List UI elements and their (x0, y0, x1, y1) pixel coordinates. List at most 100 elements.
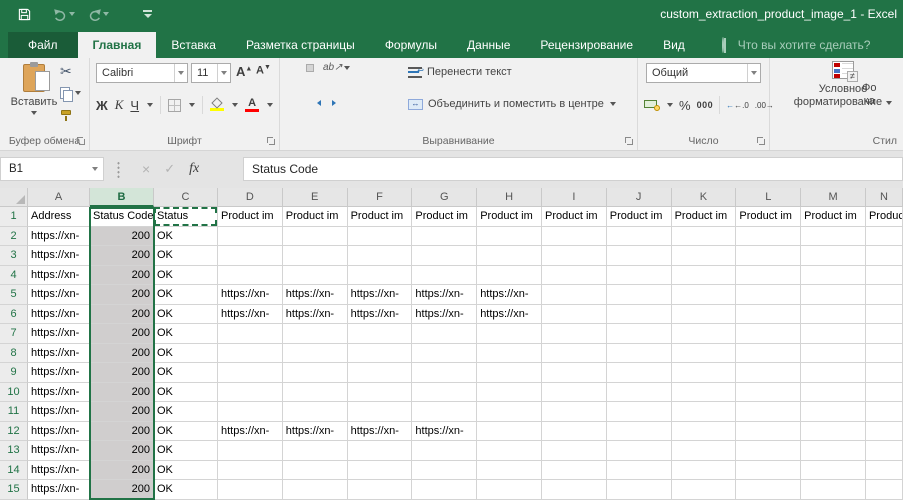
cell-H6[interactable]: https://xn- (477, 305, 542, 325)
cell-I3[interactable] (542, 246, 607, 266)
cell-H9[interactable] (477, 363, 542, 383)
cell-D3[interactable] (218, 246, 283, 266)
cell-K8[interactable] (672, 344, 737, 364)
cell-K14[interactable] (672, 461, 737, 481)
row-number-7[interactable]: 7 (0, 324, 28, 344)
undo-dropdown-icon[interactable] (69, 12, 75, 16)
cell-N12[interactable] (866, 422, 903, 442)
cell-C4[interactable]: OK (154, 266, 218, 286)
cell-E14[interactable] (283, 461, 348, 481)
cell-A1[interactable]: Address (28, 207, 90, 227)
cell-E5[interactable]: https://xn- (283, 285, 348, 305)
cell-H11[interactable] (477, 402, 542, 422)
cell-B1[interactable]: Status Code (90, 207, 154, 227)
cell-L1[interactable]: Product im (736, 207, 801, 227)
cell-A2[interactable]: https://xn- (28, 227, 90, 247)
cell-F1[interactable]: Product im (348, 207, 413, 227)
cell-L13[interactable] (736, 441, 801, 461)
cell-B13[interactable]: 200 (90, 441, 154, 461)
cell-L14[interactable] (736, 461, 801, 481)
cell-F2[interactable] (348, 227, 413, 247)
cell-C8[interactable]: OK (154, 344, 218, 364)
cell-L9[interactable] (736, 363, 801, 383)
cell-G2[interactable] (412, 227, 477, 247)
increase-decimal-button[interactable]: ←←.0 (726, 101, 749, 110)
cell-H7[interactable] (477, 324, 542, 344)
decrease-font-size-button[interactable]: А▼ (256, 64, 271, 77)
cell-A14[interactable]: https://xn- (28, 461, 90, 481)
cell-N11[interactable] (866, 402, 903, 422)
column-header-B[interactable]: B (90, 188, 154, 207)
increase-font-size-button[interactable]: А▲ (236, 64, 252, 79)
font-name-dropdown-icon[interactable] (174, 64, 187, 82)
cell-B6[interactable]: 200 (90, 305, 154, 325)
redo-button[interactable] (83, 3, 113, 25)
font-dialog-launcher-icon[interactable] (267, 137, 276, 146)
cell-K3[interactable] (672, 246, 737, 266)
cell-N5[interactable] (866, 285, 903, 305)
cell-I12[interactable] (542, 422, 607, 442)
cell-M6[interactable] (801, 305, 866, 325)
cell-D15[interactable] (218, 480, 283, 500)
save-button[interactable] (14, 3, 35, 25)
column-header-L[interactable]: L (736, 188, 801, 207)
borders-icon[interactable] (168, 99, 181, 112)
cell-B2[interactable]: 200 (90, 227, 154, 247)
row-number-14[interactable]: 14 (0, 461, 28, 481)
column-header-K[interactable]: K (672, 188, 737, 207)
cell-B5[interactable]: 200 (90, 285, 154, 305)
cell-B10[interactable]: 200 (90, 383, 154, 403)
tab-2[interactable]: Вставка (156, 32, 231, 58)
cell-L6[interactable] (736, 305, 801, 325)
cell-N10[interactable] (866, 383, 903, 403)
underline-button[interactable]: Ч (130, 98, 139, 113)
cell-J8[interactable] (607, 344, 672, 364)
cell-C10[interactable]: OK (154, 383, 218, 403)
cell-N6[interactable] (866, 305, 903, 325)
orientation-button[interactable]: ab↗ (323, 62, 350, 73)
cell-I13[interactable] (542, 441, 607, 461)
cell-E12[interactable]: https://xn- (283, 422, 348, 442)
cell-C13[interactable]: OK (154, 441, 218, 461)
cell-E8[interactable] (283, 344, 348, 364)
font-name-combo[interactable]: Calibri (96, 63, 188, 83)
cell-H13[interactable] (477, 441, 542, 461)
cell-J4[interactable] (607, 266, 672, 286)
accounting-dropdown-icon[interactable] (667, 103, 673, 107)
row-number-13[interactable]: 13 (0, 441, 28, 461)
cell-H8[interactable] (477, 344, 542, 364)
cell-G11[interactable] (412, 402, 477, 422)
row-number-11[interactable]: 11 (0, 402, 28, 422)
paste-dropdown-icon[interactable] (31, 111, 37, 115)
cell-M2[interactable] (801, 227, 866, 247)
cell-C12[interactable]: OK (154, 422, 218, 442)
column-header-F[interactable]: F (348, 188, 413, 207)
cell-G6[interactable]: https://xn- (412, 305, 477, 325)
cell-G4[interactable] (412, 266, 477, 286)
cell-F6[interactable]: https://xn- (348, 305, 413, 325)
cell-M7[interactable] (801, 324, 866, 344)
italic-button[interactable]: К (115, 97, 124, 113)
column-header-J[interactable]: J (607, 188, 672, 207)
cell-D2[interactable] (218, 227, 283, 247)
align-top-button[interactable] (284, 64, 292, 72)
cell-D1[interactable]: Product im (218, 207, 283, 227)
cell-L15[interactable] (736, 480, 801, 500)
tab-7[interactable]: Вид (648, 32, 700, 58)
cell-L4[interactable] (736, 266, 801, 286)
cell-L12[interactable] (736, 422, 801, 442)
percent-style-button[interactable]: % (679, 98, 691, 113)
cell-A13[interactable]: https://xn- (28, 441, 90, 461)
cell-C3[interactable]: OK (154, 246, 218, 266)
decrease-indent-button[interactable] (317, 96, 325, 104)
cell-N9[interactable] (866, 363, 903, 383)
cell-J3[interactable] (607, 246, 672, 266)
font-color-dropdown-icon[interactable] (267, 103, 273, 107)
row-number-8[interactable]: 8 (0, 344, 28, 364)
conditional-formatting-dropdown-icon[interactable] (886, 101, 892, 105)
tell-me-search[interactable]: Что вы хотите сделать? (722, 32, 871, 58)
column-header-M[interactable]: M (801, 188, 866, 207)
cell-C9[interactable]: OK (154, 363, 218, 383)
cell-N13[interactable] (866, 441, 903, 461)
cell-N14[interactable] (866, 461, 903, 481)
